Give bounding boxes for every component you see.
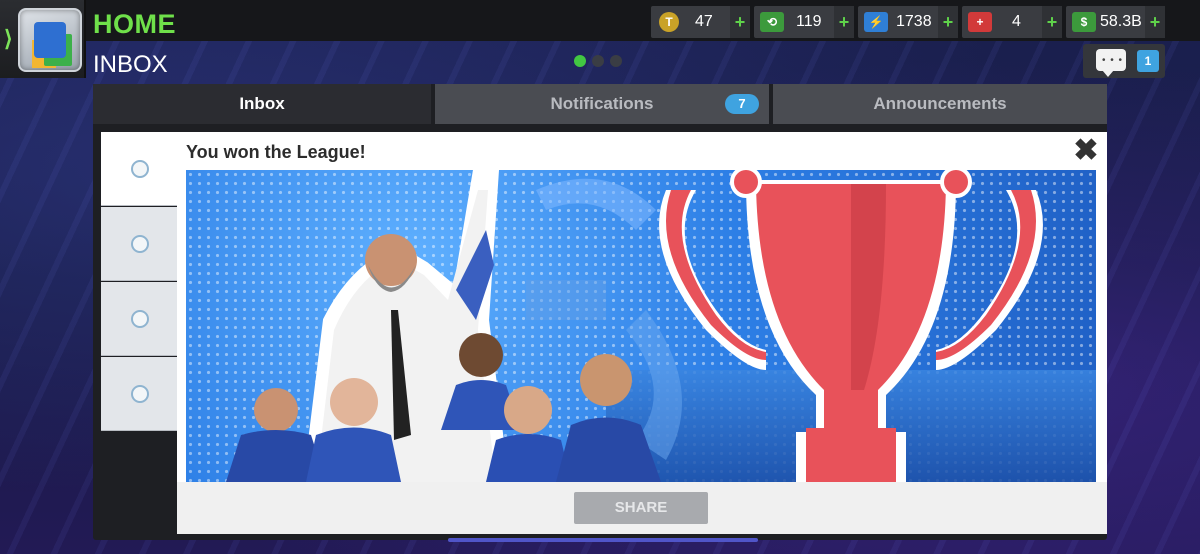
list-item[interactable] [101, 282, 177, 356]
chat-button[interactable]: • • • 1 [1083, 44, 1165, 78]
add-tokens-button[interactable]: + [730, 6, 750, 38]
chat-count-badge: 1 [1137, 50, 1159, 72]
chat-bubble-icon: • • • [1096, 49, 1126, 77]
home-title: HOME [93, 9, 176, 39]
currency-tokens: T 47 + [651, 6, 750, 38]
radio-button[interactable] [131, 160, 149, 178]
message-title: You won the League! [186, 142, 366, 162]
currency-value: 47 [695, 13, 713, 30]
tab-notifications[interactable]: Notifications 7 [435, 84, 769, 124]
radio-button[interactable] [131, 235, 149, 253]
scroll-indicator [448, 538, 758, 542]
add-energy-button[interactable]: + [938, 6, 958, 38]
currency-value: 58.3B [1100, 13, 1142, 30]
tab-label: Announcements [873, 94, 1007, 113]
energy-icon: ⚡ [864, 12, 888, 32]
currency-energy: ⚡ 1738 + [858, 6, 958, 38]
add-medical-button[interactable]: + [1042, 6, 1062, 38]
tab-inbox[interactable]: Inbox [93, 84, 431, 124]
currency-medical: + 4 + [962, 6, 1062, 38]
page-dot[interactable] [610, 55, 622, 67]
notifications-count-badge: 7 [725, 94, 759, 114]
radio-button[interactable] [131, 310, 149, 328]
medical-icon: + [968, 12, 992, 32]
page-title: INBOX [93, 51, 168, 78]
message-actions: SHARE [177, 482, 1107, 534]
page-dot-active[interactable] [574, 55, 586, 67]
radio-button[interactable] [131, 385, 149, 403]
token-icon: T [659, 12, 679, 32]
list-item[interactable] [101, 207, 177, 281]
tab-label: Inbox [239, 94, 285, 113]
currency-value: 119 [796, 13, 822, 30]
tab-announcements[interactable]: Announcements [773, 84, 1107, 124]
home-button[interactable]: ⟩ [0, 0, 86, 78]
inbox-panel: Inbox Notifications 7 Announcements You … [93, 84, 1107, 540]
page-indicator [574, 55, 622, 67]
training-icon: ⟲ [760, 12, 784, 32]
trophy-illustration [226, 170, 1043, 482]
page-dot[interactable] [592, 55, 604, 67]
message-list [101, 132, 177, 432]
add-cash-button[interactable]: + [1145, 6, 1165, 38]
list-item[interactable] [101, 357, 177, 431]
tab-label: Notifications [550, 94, 654, 113]
currency-cash: $ 58.3B + [1066, 6, 1165, 38]
close-icon[interactable]: ✖ [1072, 136, 1100, 166]
list-item[interactable] [101, 132, 177, 206]
home-icon [18, 8, 82, 72]
league-winner-image [186, 170, 1096, 482]
share-button[interactable]: SHARE [574, 492, 708, 524]
cash-icon: $ [1072, 12, 1096, 32]
currency-training: ⟲ 119 + [754, 6, 854, 38]
currency-value: 4 [1012, 13, 1021, 30]
message-card: You won the League! ✖ SHARE [177, 132, 1107, 534]
chevron-right-icon: ⟩ [4, 26, 13, 51]
currency-value: 1738 [896, 13, 932, 30]
add-training-button[interactable]: + [834, 6, 854, 38]
